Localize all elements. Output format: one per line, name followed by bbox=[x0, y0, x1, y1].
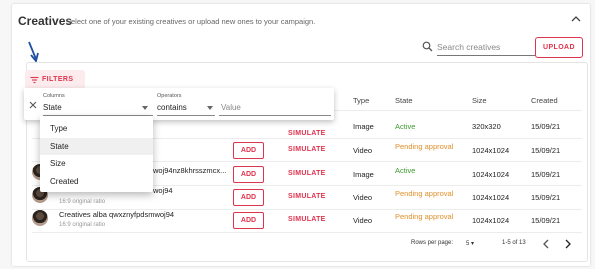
simulate-button[interactable]: SIMULATE bbox=[288, 146, 326, 153]
rows-per-page-select[interactable]: 5 ▾ bbox=[466, 240, 474, 247]
chevron-left-icon[interactable] bbox=[542, 239, 550, 249]
search-icon bbox=[422, 41, 433, 52]
avatar bbox=[32, 210, 48, 226]
column-header-size[interactable]: Size bbox=[472, 96, 487, 105]
creative-name: Creatives alba qwxznyfpdsmwoj94 bbox=[59, 210, 175, 219]
dropdown-option-state[interactable]: State bbox=[40, 138, 153, 155]
column-header-type[interactable]: Type bbox=[353, 96, 369, 105]
value-underline bbox=[219, 115, 331, 116]
columns-select[interactable]: State bbox=[43, 103, 62, 112]
pagination-range: 1-5 of 13 bbox=[502, 240, 526, 246]
cell-type: Image bbox=[353, 170, 374, 179]
filters-button[interactable]: FILTERS bbox=[25, 70, 85, 89]
cell-created: 15/09/21 bbox=[531, 193, 561, 202]
operators-label: Operators bbox=[157, 93, 182, 99]
cell-type: Video bbox=[353, 193, 373, 202]
cell-created: 15/09/21 bbox=[531, 146, 561, 155]
cell-size: 1024x1024 bbox=[472, 193, 510, 202]
caret-down-icon bbox=[142, 106, 148, 110]
caret-down-icon: ▾ bbox=[471, 241, 475, 247]
dropdown-option-size[interactable]: Size bbox=[40, 155, 153, 172]
page-title: Creatives bbox=[18, 14, 73, 28]
cell-size: 320x320 bbox=[472, 122, 501, 131]
operators-select[interactable]: contains bbox=[157, 103, 187, 112]
cell-type: Video bbox=[353, 146, 373, 155]
rows-per-page-label: Rows per page: bbox=[411, 240, 454, 246]
chevron-right-icon[interactable] bbox=[564, 239, 572, 249]
simulate-button[interactable]: SIMULATE bbox=[288, 193, 326, 200]
value-input[interactable]: Value bbox=[221, 103, 241, 112]
cell-size: 1024x1024 bbox=[472, 146, 510, 155]
creative-name: woj94 bbox=[153, 186, 173, 195]
column-header-state[interactable]: State bbox=[395, 96, 413, 105]
filter-lines-icon bbox=[30, 76, 39, 83]
add-button[interactable]: ADD bbox=[233, 166, 264, 183]
row-divider bbox=[32, 232, 582, 233]
add-button[interactable]: ADD bbox=[233, 189, 264, 206]
chevron-up-icon[interactable] bbox=[570, 14, 582, 24]
operators-underline bbox=[157, 115, 215, 116]
cell-state: Active bbox=[395, 122, 416, 131]
creative-name: woj94nz8khrsszmcx... bbox=[153, 166, 227, 175]
cell-created: 15/09/21 bbox=[531, 170, 561, 179]
dropdown-option-type[interactable]: Type bbox=[40, 120, 153, 137]
simulate-button[interactable]: SIMULATE bbox=[288, 216, 326, 223]
page-subtitle: Select one of your existing creatives or… bbox=[66, 17, 316, 26]
columns-label: Columns bbox=[43, 93, 65, 99]
columns-dropdown-menu: Type State Size Created bbox=[40, 116, 153, 192]
cell-state: Pending approval bbox=[395, 142, 454, 151]
arrow-down-right-icon bbox=[28, 41, 39, 63]
upload-button[interactable]: UPLOAD bbox=[535, 37, 583, 58]
close-icon[interactable] bbox=[29, 101, 37, 109]
rows-per-page-value: 5 bbox=[466, 241, 470, 247]
dropdown-option-created[interactable]: Created bbox=[40, 173, 153, 190]
cell-type: Video bbox=[353, 216, 373, 225]
cell-type: Image bbox=[353, 122, 374, 131]
column-header-created[interactable]: Created bbox=[531, 96, 558, 105]
add-button[interactable]: ADD bbox=[233, 142, 264, 159]
cell-size: 1024x1024 bbox=[472, 216, 510, 225]
cell-state: Active bbox=[395, 166, 416, 175]
caret-down-icon bbox=[207, 106, 213, 110]
search-input[interactable] bbox=[437, 38, 541, 56]
cell-created: 15/09/21 bbox=[531, 122, 561, 131]
cell-created: 15/09/21 bbox=[531, 216, 561, 225]
cell-state: Pending approval bbox=[395, 189, 454, 198]
add-button[interactable]: ADD bbox=[233, 212, 264, 229]
simulate-button[interactable]: SIMULATE bbox=[288, 130, 326, 137]
cell-size: 1024x1024 bbox=[472, 170, 510, 179]
creative-ratio: 16:9 original ratio bbox=[59, 222, 106, 228]
simulate-button[interactable]: SIMULATE bbox=[288, 170, 326, 177]
creative-ratio: 16:9 original ratio bbox=[59, 199, 106, 205]
cell-state: Pending approval bbox=[395, 212, 454, 221]
filters-label: FILTERS bbox=[42, 76, 74, 83]
